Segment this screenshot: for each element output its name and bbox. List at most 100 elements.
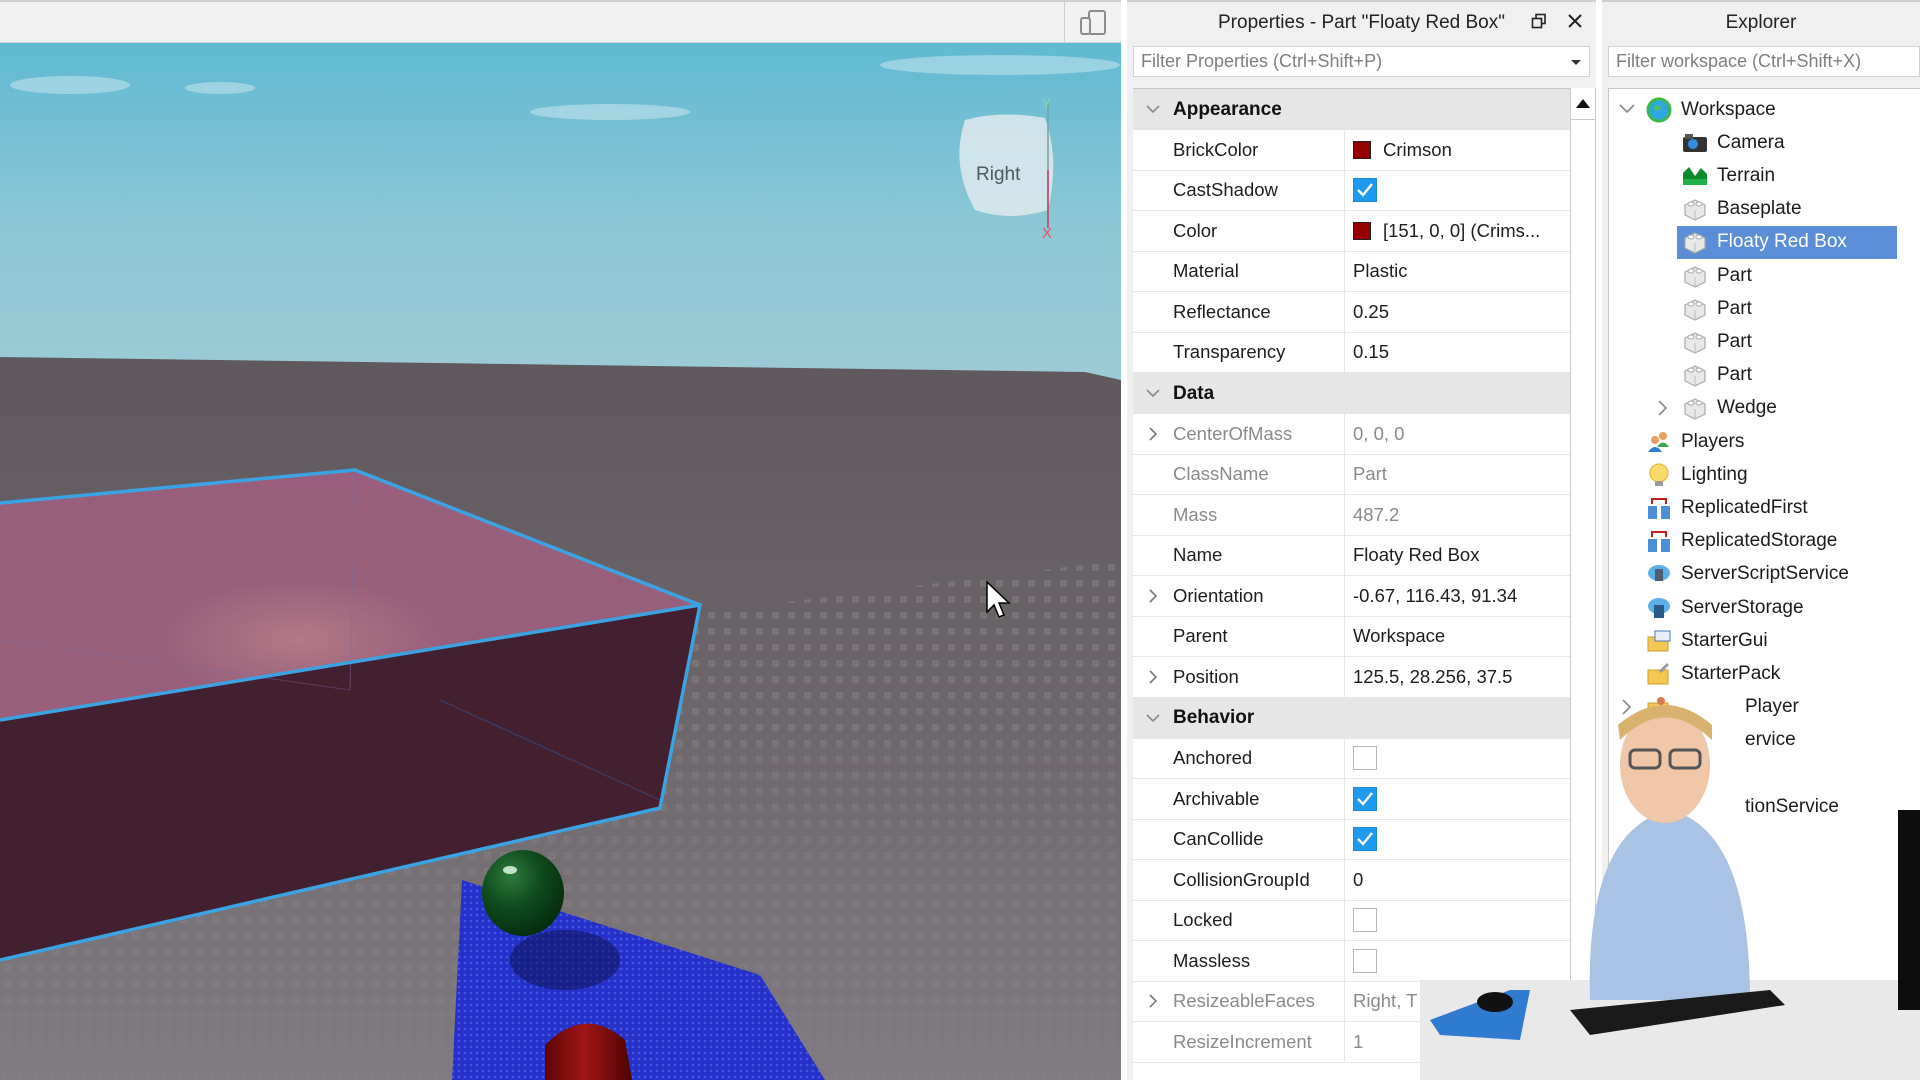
explorer-item-startergui[interactable]: StarterGui [1645, 624, 1768, 657]
property-value[interactable]: 125.5, 28.256, 37.5 [1353, 666, 1512, 688]
scene-render[interactable]: Right Y X [0, 43, 1121, 1080]
archivable-checkbox[interactable] [1353, 786, 1377, 811]
category-appearance[interactable]: Appearance [1133, 89, 1570, 130]
category-behavior[interactable]: Behavior [1133, 697, 1570, 739]
property-value[interactable]: Floaty Red Box [1353, 544, 1479, 566]
property-value[interactable]: [151, 0, 0] (Crims... [1383, 220, 1540, 242]
property-value[interactable]: Part [1353, 463, 1387, 485]
close-properties-button[interactable] [1564, 10, 1586, 32]
chevron-right-icon[interactable] [1133, 427, 1173, 441]
explorer-item-serverscriptservice[interactable]: ServerScriptService [1645, 558, 1849, 591]
chevron-right-icon[interactable] [1133, 670, 1173, 684]
explorer-item-players[interactable]: Players [1645, 425, 1744, 458]
anchored-checkbox[interactable] [1353, 746, 1377, 771]
chevron-down-icon[interactable] [1133, 713, 1173, 723]
explorer-item-part[interactable]: Part [1681, 359, 1752, 392]
property-row-castshadow[interactable]: CastShadow [1133, 170, 1570, 211]
cancollide-checkbox[interactable] [1353, 827, 1377, 852]
property-value-cell[interactable]: 487.2 [1345, 495, 1570, 535]
explorer-item-wedge[interactable]: Wedge [1681, 392, 1777, 425]
explorer-item-workspace[interactable]: Workspace [1645, 93, 1776, 126]
property-scrollbar[interactable] [1570, 88, 1596, 1080]
property-row-brickcolor[interactable]: BrickColor Crimson [1133, 130, 1570, 171]
property-value-cell[interactable]: Workspace [1345, 617, 1570, 657]
property-value-cell[interactable]: -0.67, 116.43, 91.34 [1345, 576, 1570, 616]
property-value[interactable]: 0 [1353, 869, 1363, 891]
color-swatch[interactable] [1353, 140, 1371, 159]
property-row-orientation[interactable]: Orientation -0.67, 116.43, 91.34 [1133, 576, 1570, 617]
property-value-cell[interactable] [1345, 739, 1570, 779]
property-row-resizeablefaces[interactable]: ResizeableFaces Right, T [1133, 981, 1570, 1022]
property-value-cell[interactable]: 125.5, 28.256, 37.5 [1345, 657, 1570, 697]
property-value[interactable]: 0.25 [1353, 301, 1389, 323]
property-value-cell[interactable] [1345, 901, 1570, 941]
device-emulator-button[interactable] [1064, 2, 1121, 43]
property-value-cell[interactable]: 0.25 [1345, 292, 1570, 332]
3d-viewport[interactable]: Right Y X [0, 0, 1121, 1080]
explorer-item-tionservice[interactable]: tionService [1645, 790, 1839, 823]
explorer-item-part[interactable]: Part [1681, 292, 1752, 325]
massless-checkbox[interactable] [1353, 948, 1377, 973]
property-value-cell[interactable]: 0, 0, 0 [1345, 414, 1570, 454]
explorer-item-player[interactable]: Player [1645, 691, 1799, 724]
property-value-cell[interactable]: Right, T [1345, 982, 1570, 1022]
explorer-item-baseplate[interactable]: Baseplate [1681, 193, 1802, 226]
chevron-down-icon[interactable] [1617, 99, 1637, 119]
explorer-item-starterpack[interactable]: StarterPack [1645, 657, 1780, 690]
chevron-right-icon[interactable] [1653, 398, 1673, 418]
property-row-resizeincrement[interactable]: ResizeIncrement 1 [1133, 1022, 1570, 1063]
property-value-cell[interactable] [1345, 171, 1570, 211]
property-value-cell[interactable]: Crimson [1345, 130, 1570, 170]
filter-properties-input[interactable] [1141, 51, 1589, 72]
chevron-right-icon[interactable] [1133, 589, 1173, 603]
property-value-cell[interactable] [1345, 779, 1570, 819]
explorer-item-replicatedfirst[interactable]: ReplicatedFirst [1645, 491, 1808, 524]
explorer-item-floaty-red-box[interactable]: Floaty Red Box [1677, 225, 1897, 259]
property-row-anchored[interactable]: Anchored [1133, 738, 1570, 779]
property-row-massless[interactable]: Massless [1133, 941, 1570, 982]
property-value[interactable]: 1 [1353, 1031, 1363, 1053]
property-value[interactable]: Right, T [1353, 990, 1417, 1012]
property-value-cell[interactable]: [151, 0, 0] (Crims... [1345, 211, 1570, 251]
locked-checkbox[interactable] [1353, 908, 1377, 933]
property-row-name[interactable]: Name Floaty Red Box [1133, 535, 1570, 576]
property-value-cell[interactable] [1345, 941, 1570, 981]
property-row-collisiongroupid[interactable]: CollisionGroupId 0 [1133, 860, 1570, 901]
property-row-locked[interactable]: Locked [1133, 900, 1570, 941]
property-row-archivable[interactable]: Archivable [1133, 779, 1570, 820]
scroll-up-button[interactable] [1571, 88, 1595, 120]
property-row-centerofmass[interactable]: CenterOfMass 0, 0, 0 [1133, 414, 1570, 455]
property-value-cell[interactable]: 1 [1345, 1022, 1570, 1062]
property-value[interactable]: -0.67, 116.43, 91.34 [1353, 585, 1517, 607]
green-ball[interactable] [482, 850, 564, 936]
property-row-transparency[interactable]: Transparency 0.15 [1133, 332, 1570, 373]
castshadow-checkbox[interactable] [1353, 178, 1377, 203]
chevron-down-icon[interactable] [1133, 389, 1173, 398]
property-value-cell[interactable]: Part [1345, 455, 1570, 495]
property-row-position[interactable]: Position 125.5, 28.256, 37.5 [1133, 657, 1570, 698]
property-row-reflectance[interactable]: Reflectance 0.25 [1133, 292, 1570, 333]
property-row-cancollide[interactable]: CanCollide [1133, 819, 1570, 860]
category-data[interactable]: Data [1133, 373, 1570, 414]
property-row-color[interactable]: Color [151, 0, 0] (Crims... [1133, 211, 1570, 252]
filter-workspace-field[interactable] [1608, 46, 1920, 77]
property-value[interactable]: Plastic [1353, 260, 1408, 282]
explorer-item-ervice[interactable]: ervice [1645, 724, 1796, 757]
property-value-cell[interactable]: 0.15 [1345, 333, 1570, 373]
explorer-item-replicatedstorage[interactable]: ReplicatedStorage [1645, 525, 1837, 558]
property-value[interactable]: 0, 0, 0 [1353, 423, 1404, 445]
chevron-right-icon[interactable] [1133, 994, 1173, 1008]
chevron-down-icon[interactable] [1133, 105, 1173, 114]
property-value[interactable]: 0.15 [1353, 341, 1389, 363]
explorer-item-serverstorage[interactable]: ServerStorage [1645, 591, 1804, 624]
property-value-cell[interactable]: Floaty Red Box [1345, 536, 1570, 576]
undock-button[interactable] [1528, 10, 1550, 32]
property-value[interactable]: Workspace [1353, 625, 1445, 647]
property-value[interactable]: Crimson [1383, 139, 1452, 161]
explorer-item-part[interactable]: Part [1681, 325, 1752, 358]
explorer-item-terrain[interactable]: Terrain [1681, 159, 1775, 192]
property-row-classname[interactable]: ClassName Part [1133, 454, 1570, 495]
explorer-item-camera[interactable]: Camera [1681, 126, 1785, 159]
chevron-right-icon[interactable] [1617, 697, 1637, 717]
explorer-item-lighting[interactable]: Lighting [1645, 458, 1748, 491]
